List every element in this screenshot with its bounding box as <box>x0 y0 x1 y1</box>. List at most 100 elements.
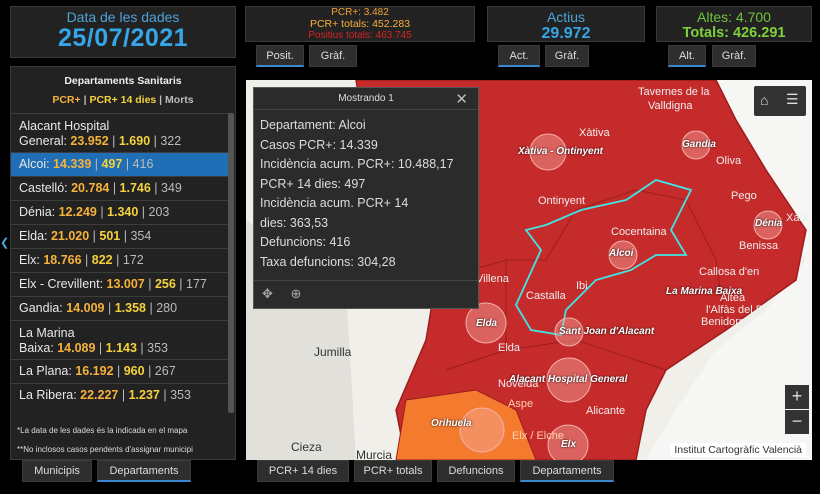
dept-label: Alcoi <box>609 248 634 259</box>
department-row[interactable]: Gandia: 14.009 | 1.358 | 280 <box>11 296 229 320</box>
department-row[interactable]: Alacant Hospital General: 23.952 | 1.690 … <box>11 113 229 152</box>
close-icon[interactable]: ✕ <box>455 90 468 108</box>
separator: | <box>144 277 155 291</box>
tab-graf-posit[interactable]: Gràf. <box>309 45 357 67</box>
place-label: Ibi <box>576 280 588 292</box>
note-data: *La data de les dades és la indicada en … <box>17 426 188 435</box>
zoom-in-button[interactable]: + <box>785 385 809 409</box>
pcr14-count: 1.143 <box>105 341 137 355</box>
zoom-out-button[interactable]: − <box>785 410 809 434</box>
separator: | <box>145 301 157 315</box>
department-row[interactable]: Elx - Crevillent: 13.007 | 256 | 177 <box>11 272 229 296</box>
legend-pcr14: PCR+ 14 dies <box>89 94 157 106</box>
list-notes: *La data de les dades és la indicada en … <box>17 421 193 459</box>
dept-label: Alacant Hospital General <box>509 374 628 385</box>
department-row[interactable]: Alcoi: 14.339 | 497 | 416 <box>11 152 229 176</box>
deaths-count: 172 <box>122 253 144 267</box>
pcr14-count: 1.746 <box>119 181 151 195</box>
popup-footer: ✥ ⊕ <box>254 280 478 308</box>
place-label: Elx / Elche <box>512 430 564 442</box>
place-label: Xàtiva <box>579 127 610 139</box>
separator: | <box>112 253 123 267</box>
deaths-count: 203 <box>148 205 170 219</box>
place-label: Elda <box>498 342 521 354</box>
department-row[interactable]: Elda: 21.020 | 501 | 354 <box>11 224 229 248</box>
place-label: Xàbia <box>786 212 812 224</box>
department-name: Elx - Crevillent: <box>19 277 107 291</box>
pcr14-count: 501 <box>99 229 121 243</box>
department-name: La Marina <box>19 326 75 340</box>
separator: | <box>81 253 92 267</box>
departments-list-panel: Departaments Sanitaris PCR+ | PCR+ 14 di… <box>10 66 236 460</box>
pcr-count: 21.020 <box>50 229 90 243</box>
tab-pcr-totals[interactable]: PCR+ totals <box>354 460 432 482</box>
pcr-count: 16.192 <box>75 364 114 378</box>
place-label: Ontinyent <box>538 195 586 207</box>
actius-panel: Actius 29.972 <box>487 6 645 42</box>
department-name: General: <box>19 134 71 148</box>
legend-list-icon[interactable]: ☰ <box>786 91 799 108</box>
department-name: La Ribera: <box>19 388 81 402</box>
move-icon[interactable]: ✥ <box>262 286 273 301</box>
tab-municipis[interactable]: Municipis <box>22 460 92 482</box>
separator: | <box>109 181 120 195</box>
place-label: Aspe <box>508 398 534 410</box>
popup-line: Departament: Alcoi <box>260 118 366 132</box>
pcr14-count: 497 <box>101 157 123 171</box>
department-row[interactable]: Castelló: 20.784 | 1.746 | 349 <box>11 176 229 200</box>
dept-label: Elx <box>561 439 577 450</box>
separator: | <box>108 134 119 148</box>
tab-alt[interactable]: Alt. <box>668 45 706 67</box>
separator: | <box>96 205 108 219</box>
separator: | <box>150 181 162 195</box>
dept-label: Xàtiva - Ontinyent <box>518 146 604 157</box>
popup-line: Defuncions: 416 <box>260 235 351 249</box>
tab-graf-alt[interactable]: Gràf. <box>712 45 756 67</box>
pcr-count: 13.007 <box>106 277 145 291</box>
department-row[interactable]: La Marina Baixa: 14.089 | 1.143 | 353 <box>11 320 229 359</box>
department-name: Elx: <box>19 253 44 267</box>
deaths-count: 280 <box>156 301 178 315</box>
legend-morts: Morts <box>165 94 194 106</box>
separator: | <box>89 229 100 243</box>
place-label: Pego <box>731 190 757 202</box>
department-row[interactable]: La Plana: 16.192 | 960 | 267 <box>11 359 229 383</box>
note-pending: **No inclosos casos pendents d'assignar … <box>17 445 193 454</box>
popup-title: Mostrando 1 <box>254 88 478 110</box>
department-row[interactable]: Elx: 18.766 | 822 | 172 <box>11 248 229 272</box>
tab-defuncions[interactable]: Defuncions <box>437 460 515 482</box>
tab-posit[interactable]: Posit. <box>256 45 304 67</box>
deaths-count: 177 <box>186 277 207 291</box>
pcr-count: 12.249 <box>58 205 97 219</box>
home-icon[interactable]: ⌂ <box>760 92 768 108</box>
place-label: Oliva <box>716 155 742 167</box>
separator: | <box>144 364 155 378</box>
pcr-count: 14.009 <box>66 301 105 315</box>
tab-departaments-list[interactable]: Departaments <box>97 460 191 482</box>
collapse-arrow-icon[interactable]: ❮ <box>0 236 9 249</box>
pcr14-count: 256 <box>154 277 176 291</box>
dept-label: Sant Joan d'Alacant <box>559 326 655 337</box>
pcr-count: 14.089 <box>57 341 96 355</box>
pcr14-count: 822 <box>91 253 113 267</box>
list-legend: PCR+ | PCR+ 14 dies | Morts <box>11 94 235 106</box>
altes-label: Altes: 4.700 <box>697 9 771 25</box>
separator: | <box>138 205 149 219</box>
tab-pcr14[interactable]: PCR+ 14 dies <box>257 460 349 482</box>
tab-graf-act[interactable]: Gràf. <box>545 45 589 67</box>
deaths-count: 354 <box>130 229 152 243</box>
separator: | <box>113 364 124 378</box>
place-label: Tavernes de la <box>638 86 710 98</box>
place-label: Murcia <box>356 448 393 460</box>
department-row[interactable]: La Ribera: 22.227 | 1.237 | 353 <box>11 383 229 407</box>
department-name: Castelló: <box>19 181 72 195</box>
deaths-count: 416 <box>132 157 154 171</box>
zoom-to-icon[interactable]: ⊕ <box>291 286 302 301</box>
list-scrollbar[interactable] <box>228 113 234 413</box>
place-label: Jumilla <box>314 345 352 359</box>
actius-value: 29.972 <box>541 25 591 42</box>
pcr-count: 22.227 <box>80 388 119 402</box>
tab-departaments-map[interactable]: Departaments <box>520 460 614 482</box>
tab-act[interactable]: Act. <box>498 45 540 67</box>
department-row[interactable]: Dénia: 12.249 | 1.340 | 203 <box>11 200 229 224</box>
